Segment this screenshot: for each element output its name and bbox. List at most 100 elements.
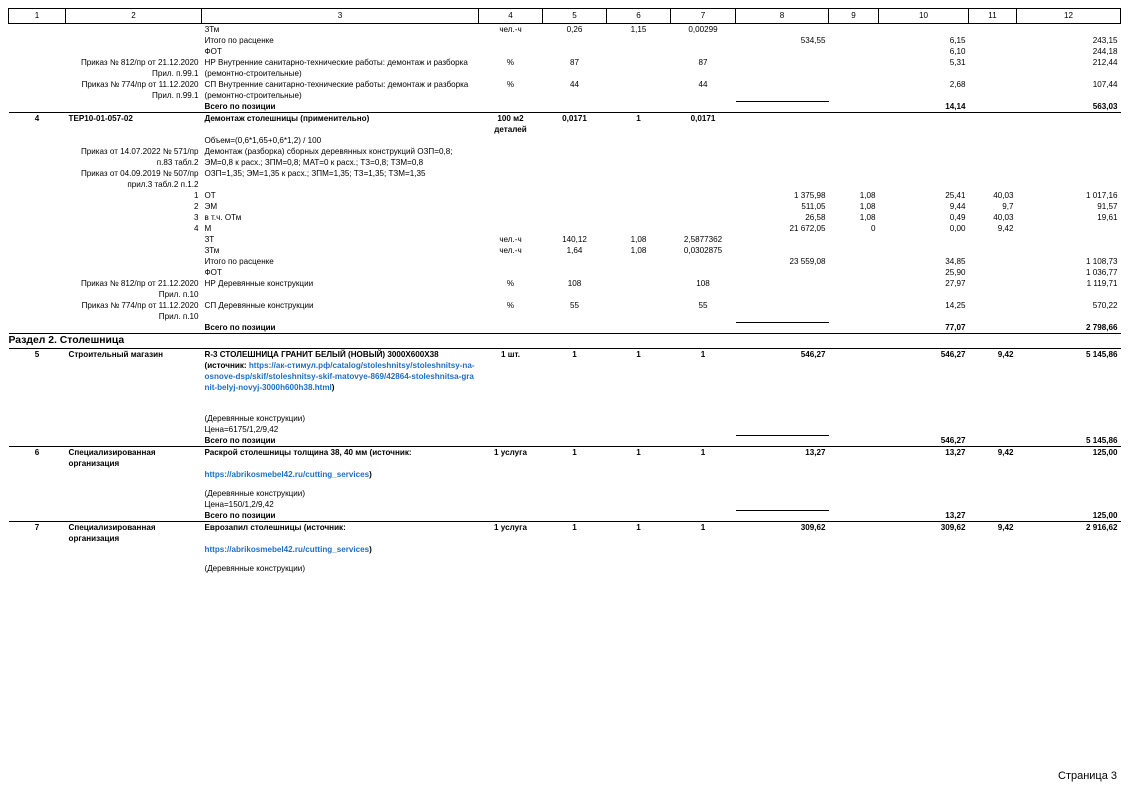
page-number: Страница 3	[1058, 770, 1118, 782]
table-cell	[479, 223, 543, 234]
table-row: ФОТ 25,90 1 036,77	[9, 267, 1121, 278]
table-cell	[478, 435, 543, 447]
table-cell	[968, 322, 1017, 334]
table-cell	[969, 488, 1017, 499]
table-cell: 5,31	[949, 58, 966, 67]
table-cell: ТЕР10-01-057-02	[65, 112, 202, 135]
table-row: Приказ № 812/пр от 21.12.2020 Прил. п.10…	[9, 278, 1121, 300]
table-cell	[65, 435, 202, 447]
table-cell: Итого по расценке	[204, 36, 274, 45]
table-cell: 87	[698, 58, 708, 67]
table-row: 1 ОТ 1 375,98 1,08 25,41 40,03 1 017,16	[9, 190, 1121, 201]
table-cell	[969, 79, 1017, 101]
source-link[interactable]: https://abrikosmebel42.ru/cutting_servic…	[205, 545, 370, 554]
table-cell: НР Внутренние санитарно-технические рабо…	[204, 58, 468, 78]
table-cell: 9,7	[1002, 202, 1014, 211]
table-cell	[829, 424, 879, 435]
table-cell	[829, 234, 879, 245]
table-cell: 1	[542, 521, 607, 544]
table-cell	[735, 434, 829, 447]
table-cell: Цена=150/1,2/9,42	[204, 500, 274, 509]
table-cell: Цена=6175/1,2/9,42	[204, 425, 279, 434]
table-cell	[736, 245, 829, 256]
table-cell	[829, 413, 879, 424]
table-cell: ЗТ	[204, 235, 215, 244]
table-cell: %	[506, 279, 515, 288]
table-cell	[66, 563, 202, 574]
table-cell	[66, 488, 202, 499]
table-cell	[735, 100, 829, 113]
table-row: ЗТ чел.-ч 140,12 1,08 2,5877362	[9, 234, 1121, 245]
table-cell	[543, 46, 607, 57]
table-cell	[9, 488, 66, 499]
table-cell	[969, 57, 1017, 79]
table-cell: 1 услуга	[478, 446, 543, 469]
table-row: Приказ № 774/пр от 11.12.2020 Прил. п.10…	[9, 300, 1121, 322]
total-row: Всего по позиции 546,27 5 145,86	[8, 434, 1121, 447]
table-cell: 1,64	[566, 246, 583, 255]
table-cell	[9, 499, 66, 510]
table-cell: 40,03	[993, 191, 1014, 200]
table-cell: 1,15	[630, 25, 647, 34]
table-cell	[543, 256, 607, 267]
table-cell	[9, 146, 66, 168]
table-row: Приказ от 14.07.2022 № 571/пр п.83 табл.…	[9, 146, 1121, 168]
table-cell: в т.ч. ОТм	[204, 213, 242, 222]
table-cell: 2	[193, 202, 199, 211]
table-cell	[479, 256, 543, 267]
table-cell	[9, 35, 66, 46]
table-cell	[735, 321, 829, 334]
table-cell	[671, 190, 736, 201]
table-cell: 1	[606, 348, 671, 360]
table-cell: ФОТ	[204, 268, 222, 277]
table-cell: 511,05	[801, 202, 826, 211]
table-cell: (Деревянные конструкции)	[204, 489, 306, 498]
table-cell: 87	[569, 58, 579, 67]
table-cell	[671, 267, 736, 278]
table-cell	[543, 201, 607, 212]
table-cell	[607, 57, 671, 79]
table-cell	[607, 469, 671, 488]
table-cell	[543, 563, 607, 574]
table-row: ЗТм чел.-ч 1,64 1,08 0,0302875	[9, 245, 1121, 256]
source-suffix: )	[369, 470, 372, 479]
table-cell: 0,00	[949, 224, 966, 233]
table-row: (Деревянные конструкции)	[9, 488, 1121, 499]
table-row: Приказ № 812/пр от 21.12.2020 Прил. п.99…	[9, 57, 1121, 79]
table-cell	[736, 499, 829, 510]
table-cell: Приказ от 14.07.2022 № 571/пр п.83 табл.…	[80, 147, 199, 167]
table-cell	[479, 190, 543, 201]
table-cell	[878, 112, 969, 135]
table-cell	[607, 201, 671, 212]
table-cell	[736, 488, 829, 499]
source-link[interactable]: https://abrikosmebel42.ru/cutting_servic…	[205, 470, 370, 479]
table-cell: 9,44	[949, 202, 966, 211]
table-cell: 0,0171	[670, 112, 736, 135]
table-cell	[9, 212, 66, 223]
table-cell: 34,85	[945, 257, 966, 266]
table-cell	[829, 35, 879, 46]
table-cell	[671, 499, 736, 510]
table-cell: ОТ	[204, 191, 216, 200]
table-row: Приказ № 774/пр от 11.12.2020 Прил. п.99…	[9, 79, 1121, 101]
estimate-rows: 1 2 3 4 5 6 7 8 9 10 11 12 ЗТм чел.-ч 0,26…	[8, 8, 1121, 575]
table-cell: 140,12	[562, 235, 587, 244]
table-cell: Всего по позиции	[201, 322, 479, 334]
table-cell: 1	[606, 112, 671, 135]
table-cell	[828, 348, 879, 360]
table-cell	[829, 57, 879, 79]
table-cell: 1	[193, 191, 199, 200]
table-cell	[671, 201, 736, 212]
table-cell	[1017, 424, 1121, 435]
table-cell	[9, 79, 66, 101]
table-cell: %	[506, 80, 515, 89]
table-row: Объем=(0,6*1,65+0,6*1,2) / 100	[9, 135, 1121, 146]
table-cell	[9, 424, 66, 435]
table-cell: 2 798,66	[1016, 322, 1121, 334]
table-cell	[736, 544, 829, 563]
table-cell: 1 375,98	[793, 191, 826, 200]
table-cell	[879, 135, 969, 146]
table-cell	[478, 101, 543, 113]
table-cell	[479, 360, 543, 413]
table-cell: 2,68	[949, 80, 966, 89]
